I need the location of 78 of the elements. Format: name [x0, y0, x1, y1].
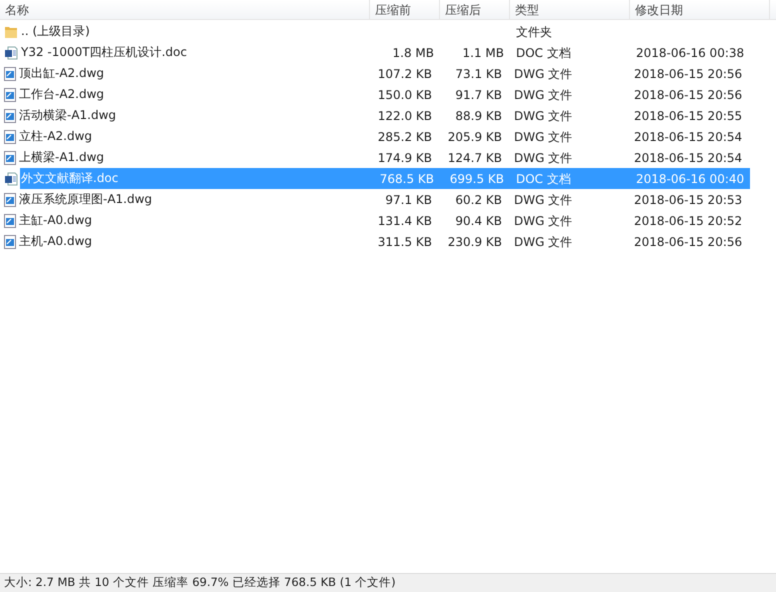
file-row[interactable]: 工作台-A2.dwg 150.0 KB 91.7 KB DWG 文件 2018-06-15 20:56: [18, 84, 748, 105]
size-cell: 699.5 KB: [450, 172, 504, 186]
drawing-file-icon: [4, 130, 16, 144]
date-cell: 2018-06-15 20:54: [634, 150, 742, 164]
file-name[interactable]: Y32 -1000T四柱压机设计.doc: [20, 42, 188, 63]
size-cell: 285.2 KB: [378, 130, 432, 144]
type-cell: DWG 文件: [514, 130, 572, 144]
date-cell: 2018-06-16 00:38: [636, 46, 744, 60]
type-cell: DWG 文件: [514, 88, 572, 102]
type-cell: DWG 文件: [514, 192, 572, 206]
size-cell: 122.0 KB: [378, 108, 432, 122]
size-cell: 205.9 KB: [448, 130, 502, 144]
column-header[interactable]: 压缩前: [370, 0, 440, 19]
size-cell: 60.2 KB: [455, 192, 502, 206]
date-cell: 2018-06-15 20:56: [634, 234, 742, 248]
drawing-file-icon: [4, 214, 16, 228]
file-row[interactable]: .. (上级目录) 文件夹: [20, 21, 750, 42]
column-header[interactable]: 修改日期: [630, 0, 770, 19]
size-cell: 230.9 KB: [448, 234, 502, 248]
size-cell: 1.8 MB: [392, 46, 434, 60]
file-name[interactable]: 立柱-A2.dwg: [18, 126, 94, 147]
drawing-file-icon: [4, 66, 16, 80]
date-cell: 2018-06-15 20:54: [634, 130, 742, 144]
size-cell: 311.5 KB: [378, 234, 432, 248]
type-cell: DWG 文件: [514, 66, 572, 80]
type-cell: 文件夹: [516, 24, 552, 38]
drawing-file-icon: [4, 234, 16, 248]
size-cell: 90.4 KB: [455, 214, 502, 228]
size-cell: 73.1 KB: [455, 66, 502, 80]
type-cell: DWG 文件: [514, 234, 572, 248]
file-row[interactable]: 液压系统原理图-A1.dwg 97.1 KB 60.2 KB DWG 文件 2018-06-15 20:53: [18, 189, 748, 210]
size-cell: 150.0 KB: [378, 88, 432, 102]
file-row[interactable]: 主缸-A0.dwg 131.4 KB 90.4 KB DWG 文件 2018-06-15 20:52: [18, 210, 748, 231]
size-cell: 768.5 KB: [380, 172, 434, 186]
file-name[interactable]: 顶出缸-A2.dwg: [18, 63, 106, 84]
size-cell: 131.4 KB: [378, 214, 432, 228]
date-cell: 2018-06-16 00:40: [636, 172, 744, 186]
folder-icon: [4, 24, 18, 38]
type-cell: DWG 文件: [514, 214, 572, 228]
size-cell: 88.9 KB: [455, 108, 502, 122]
file-row[interactable]: 顶出缸-A2.dwg 107.2 KB 73.1 KB DWG 文件 2018-06-15 20:56: [18, 63, 748, 84]
file-name[interactable]: 活动横梁-A1.dwg: [18, 105, 118, 126]
size-cell: 1.1 MB: [462, 46, 504, 60]
size-cell: 174.9 KB: [378, 150, 432, 164]
drawing-file-icon: [4, 88, 16, 102]
document-icon: [4, 46, 18, 60]
size-cell: 91.7 KB: [455, 88, 502, 102]
date-cell: 2018-06-15 20:53: [634, 192, 742, 206]
file-name[interactable]: 液压系统原理图-A1.dwg: [18, 189, 154, 210]
type-cell: DWG 文件: [514, 150, 572, 164]
drawing-file-icon: [4, 192, 16, 206]
column-header[interactable]: 类型: [510, 0, 630, 19]
type-cell: DOC 文档: [516, 46, 571, 60]
type-cell: DWG 文件: [514, 108, 572, 122]
file-name[interactable]: 主缸-A0.dwg: [18, 210, 94, 231]
status-bar: 大小: 2.7 MB 共 10 个文件 压缩率 69.7% 已经选择 768.5 KB (1 个文件): [0, 573, 776, 592]
date-cell: 2018-06-15 20:56: [634, 66, 742, 80]
file-name[interactable]: 主机-A0.dwg: [18, 231, 94, 252]
date-cell: 2018-06-15 20:55: [634, 108, 742, 122]
date-cell: 2018-06-15 20:56: [634, 88, 742, 102]
drawing-file-icon: [4, 108, 16, 122]
file-name[interactable]: 工作台-A2.dwg: [18, 84, 106, 105]
date-cell: 2018-06-15 20:52: [634, 214, 742, 228]
column-header[interactable]: 压缩后: [440, 0, 510, 19]
file-row[interactable]: 主机-A0.dwg 311.5 KB 230.9 KB DWG 文件 2018-06-15 20:56: [18, 231, 748, 252]
file-row[interactable]: 立柱-A2.dwg 285.2 KB 205.9 KB DWG 文件 2018-06-15 20:54: [18, 126, 748, 147]
file-name[interactable]: 上横梁-A1.dwg: [18, 147, 106, 168]
size-cell: 124.7 KB: [448, 150, 502, 164]
size-cell: 97.1 KB: [385, 192, 432, 206]
file-row[interactable]: 活动横梁-A1.dwg 122.0 KB 88.9 KB DWG 文件 2018-06-15 20:55: [18, 105, 748, 126]
type-cell: DOC 文档: [516, 172, 571, 186]
file-row[interactable]: Y32 -1000T四柱压机设计.doc 1.8 MB 1.1 MB DOC 文档 2018-06-16 00:38: [20, 42, 750, 63]
column-header[interactable]: 名称: [0, 0, 370, 19]
file-row[interactable]: 上横梁-A1.dwg 174.9 KB 124.7 KB DWG 文件 2018-06-15 20:54: [18, 147, 748, 168]
size-cell: 107.2 KB: [378, 66, 432, 80]
document-icon: [4, 172, 18, 186]
file-name[interactable]: .. (上级目录): [20, 21, 91, 42]
drawing-file-icon: [4, 150, 16, 164]
